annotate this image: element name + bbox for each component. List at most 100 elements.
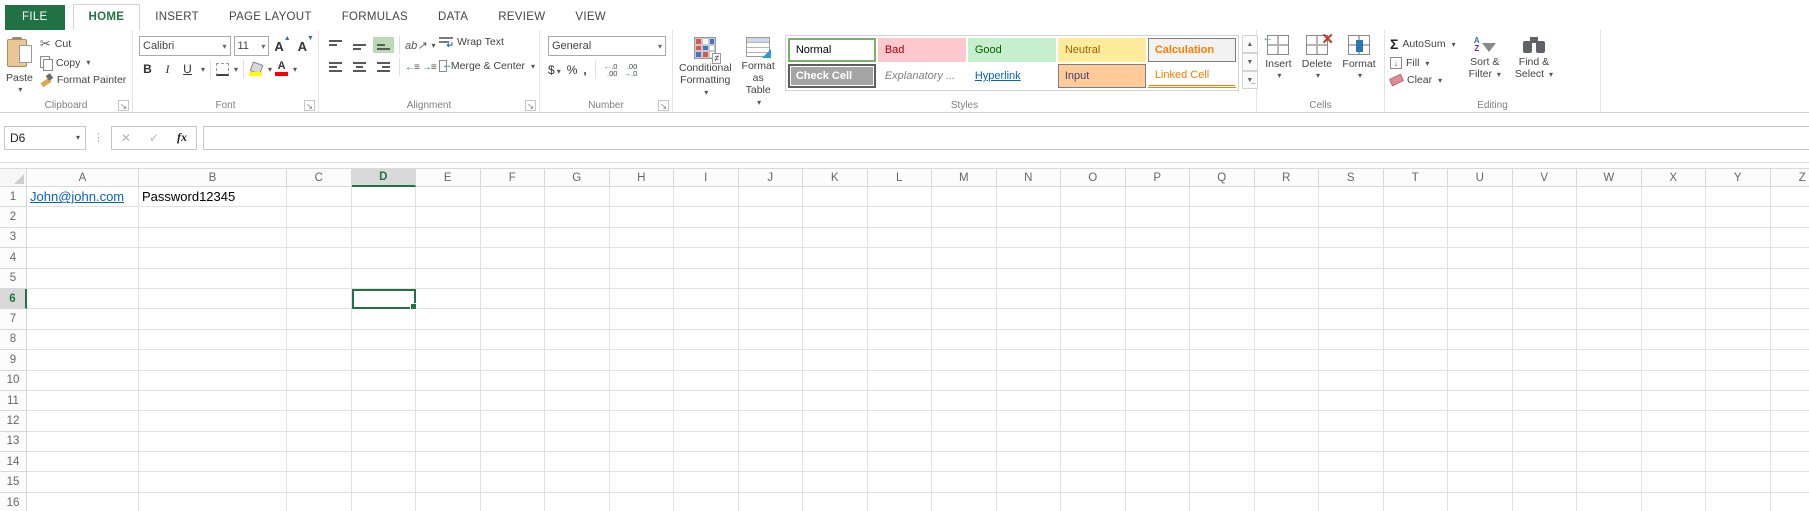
cell-H4[interactable] bbox=[610, 248, 675, 268]
cell-P7[interactable] bbox=[1126, 309, 1191, 329]
column-header-N[interactable]: N bbox=[997, 168, 1062, 187]
cell-N8[interactable] bbox=[997, 330, 1062, 350]
fill-button[interactable]: ↓ Fill ▾ bbox=[1387, 56, 1459, 70]
cell-G14[interactable] bbox=[545, 452, 610, 472]
cell-K16[interactable] bbox=[803, 493, 868, 511]
insert-function-button[interactable]: fx bbox=[168, 130, 196, 145]
cell-N11[interactable] bbox=[997, 391, 1062, 411]
cell-C1[interactable] bbox=[287, 187, 352, 207]
cell-U2[interactable] bbox=[1448, 207, 1513, 227]
tab-formulas[interactable]: FORMULAS bbox=[327, 5, 423, 30]
cell-Q11[interactable] bbox=[1190, 391, 1255, 411]
cell-U16[interactable] bbox=[1448, 493, 1513, 511]
cell-Y6[interactable] bbox=[1706, 289, 1771, 309]
cell-P2[interactable] bbox=[1126, 207, 1191, 227]
cell-U5[interactable] bbox=[1448, 269, 1513, 289]
cell-Z6[interactable] bbox=[1771, 289, 1809, 309]
select-all-corner[interactable] bbox=[0, 168, 27, 187]
column-header-L[interactable]: L bbox=[868, 168, 933, 187]
cell-P8[interactable] bbox=[1126, 330, 1191, 350]
cell-R10[interactable] bbox=[1255, 371, 1320, 391]
cell-C2[interactable] bbox=[287, 207, 352, 227]
cell-style-hyperlink[interactable]: Hyperlink bbox=[968, 64, 1056, 88]
cell-N3[interactable] bbox=[997, 228, 1062, 248]
cell-X1[interactable] bbox=[1642, 187, 1707, 207]
cell-Y4[interactable] bbox=[1706, 248, 1771, 268]
cell-M9[interactable] bbox=[932, 350, 997, 370]
cell-S7[interactable] bbox=[1319, 309, 1384, 329]
cell-E3[interactable] bbox=[416, 228, 481, 248]
alignment-dialog-launcher[interactable]: ↘ bbox=[525, 100, 536, 111]
cell-N10[interactable] bbox=[997, 371, 1062, 391]
find-select-button[interactable]: Find & Select ▾ bbox=[1511, 33, 1557, 98]
cell-B13[interactable] bbox=[139, 432, 287, 452]
row-header-5[interactable]: 5 bbox=[0, 269, 27, 289]
cell-L6[interactable] bbox=[868, 289, 933, 309]
cell-P13[interactable] bbox=[1126, 432, 1191, 452]
cell-F4[interactable] bbox=[481, 248, 546, 268]
cell-X6[interactable] bbox=[1642, 289, 1707, 309]
cell-S15[interactable] bbox=[1319, 472, 1384, 492]
cell-K15[interactable] bbox=[803, 472, 868, 492]
cell-R2[interactable] bbox=[1255, 207, 1320, 227]
cell-U11[interactable] bbox=[1448, 391, 1513, 411]
cell-X4[interactable] bbox=[1642, 248, 1707, 268]
cell-Q16[interactable] bbox=[1190, 493, 1255, 511]
cell-D9[interactable] bbox=[352, 350, 417, 370]
cell-Y16[interactable] bbox=[1706, 493, 1771, 511]
cell-F16[interactable] bbox=[481, 493, 546, 511]
column-header-I[interactable]: I bbox=[674, 168, 739, 187]
cell-D11[interactable] bbox=[352, 391, 417, 411]
cell-T16[interactable] bbox=[1384, 493, 1449, 511]
cell-Z12[interactable] bbox=[1771, 411, 1809, 431]
cell-J2[interactable] bbox=[739, 207, 804, 227]
cell-I3[interactable] bbox=[674, 228, 739, 248]
cell-Z7[interactable] bbox=[1771, 309, 1809, 329]
cell-C15[interactable] bbox=[287, 472, 352, 492]
cell-B10[interactable] bbox=[139, 371, 287, 391]
row-header-4[interactable]: 4 bbox=[0, 248, 27, 268]
cell-W9[interactable] bbox=[1577, 350, 1642, 370]
cell-H2[interactable] bbox=[610, 207, 675, 227]
cell-C13[interactable] bbox=[287, 432, 352, 452]
cell-R7[interactable] bbox=[1255, 309, 1320, 329]
cell-O13[interactable] bbox=[1061, 432, 1126, 452]
cell-M12[interactable] bbox=[932, 411, 997, 431]
styles-scroll-up-button[interactable]: ▲ bbox=[1242, 35, 1258, 53]
cell-W8[interactable] bbox=[1577, 330, 1642, 350]
middle-align-button[interactable] bbox=[349, 37, 370, 53]
cell-P14[interactable] bbox=[1126, 452, 1191, 472]
row-header-14[interactable]: 14 bbox=[0, 452, 27, 472]
underline-button[interactable]: U bbox=[179, 61, 196, 77]
cell-Q15[interactable] bbox=[1190, 472, 1255, 492]
cell-J6[interactable] bbox=[739, 289, 804, 309]
cell-Z3[interactable] bbox=[1771, 228, 1809, 248]
cell-O14[interactable] bbox=[1061, 452, 1126, 472]
cell-T13[interactable] bbox=[1384, 432, 1449, 452]
cell-T7[interactable] bbox=[1384, 309, 1449, 329]
cell-S8[interactable] bbox=[1319, 330, 1384, 350]
cell-S14[interactable] bbox=[1319, 452, 1384, 472]
cell-H14[interactable] bbox=[610, 452, 675, 472]
cell-D8[interactable] bbox=[352, 330, 417, 350]
row-header-3[interactable]: 3 bbox=[0, 228, 27, 248]
cell-style-linked-cell[interactable]: Linked Cell bbox=[1148, 64, 1236, 88]
cell-B5[interactable] bbox=[139, 269, 287, 289]
column-header-D[interactable]: D bbox=[352, 168, 417, 187]
cell-H9[interactable] bbox=[610, 350, 675, 370]
cell-C5[interactable] bbox=[287, 269, 352, 289]
shrink-font-button[interactable]: A▼ bbox=[296, 39, 316, 54]
cell-F6[interactable] bbox=[481, 289, 546, 309]
cell-A10[interactable] bbox=[27, 371, 139, 391]
cell-A5[interactable] bbox=[27, 269, 139, 289]
cell-S13[interactable] bbox=[1319, 432, 1384, 452]
cell-V14[interactable] bbox=[1513, 452, 1578, 472]
column-header-U[interactable]: U bbox=[1448, 168, 1513, 187]
cell-O9[interactable] bbox=[1061, 350, 1126, 370]
cell-F8[interactable] bbox=[481, 330, 546, 350]
cell-L11[interactable] bbox=[868, 391, 933, 411]
fill-color-dropdown-arrow[interactable]: ▾ bbox=[268, 65, 272, 74]
cell-H3[interactable] bbox=[610, 228, 675, 248]
cell-Y2[interactable] bbox=[1706, 207, 1771, 227]
font-dialog-launcher[interactable]: ↘ bbox=[304, 100, 315, 111]
